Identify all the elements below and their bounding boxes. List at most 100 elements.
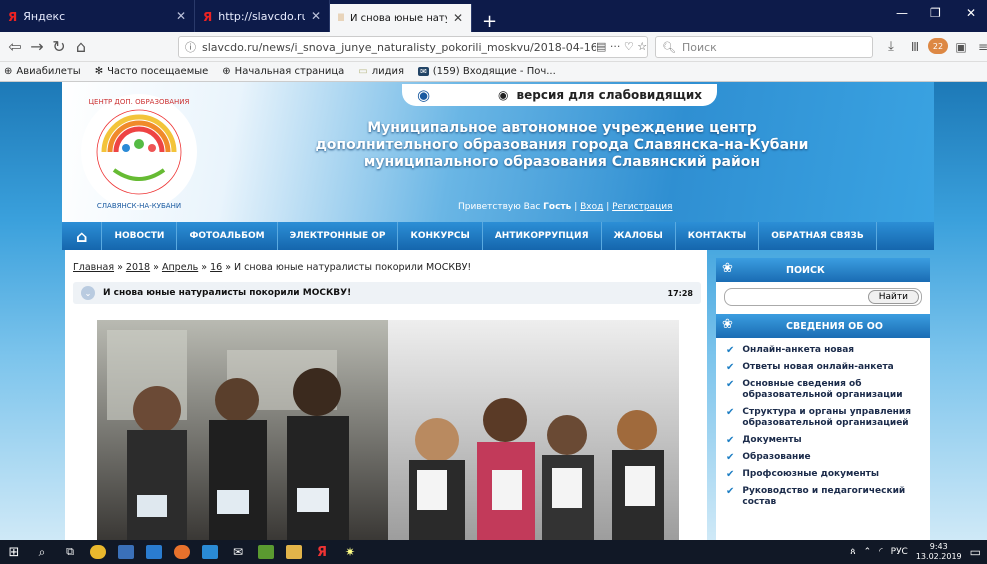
new-tab-button[interactable]: + — [472, 11, 507, 32]
system-tray: ጰ ⌃ ◜ РУС 9:43 13.02.2019 ▭ — [850, 540, 981, 564]
breadcrumb-year[interactable]: 2018 — [126, 262, 150, 273]
sidebar-item[interactable]: ✔ Основные сведения об образовательной ор… — [716, 376, 930, 404]
search-icon[interactable]: ⌕ — [28, 540, 56, 564]
post-time: 17:28 — [667, 288, 693, 298]
sidebar-item[interactable]: ✔ Структура и органы управления образоват… — [716, 404, 930, 432]
menu-item-contacts[interactable]: КОНТАКТЫ — [676, 222, 760, 250]
info-icon[interactable]: ⓘ — [185, 39, 196, 55]
home-icon[interactable]: ⌂ — [70, 37, 92, 56]
app-icon[interactable] — [112, 540, 140, 564]
bookmark-item[interactable]: ▭ лидия — [358, 66, 404, 77]
logo[interactable]: ЦЕНТР ДОП. ОБРАЗОВАНИЯ СЛАВЯНСК-НА-КУБАН… — [74, 90, 204, 215]
bookmark-label: Авиабилеты — [16, 66, 81, 77]
collapse-icon[interactable]: ⌄ — [81, 286, 95, 300]
tab-label: Яндекс — [23, 9, 66, 23]
globe-icon: ⊕ — [222, 66, 231, 77]
check-icon: ✔ — [726, 407, 735, 418]
reload-icon[interactable]: ↻ — [48, 37, 70, 56]
mail-icon: ✉ — [418, 67, 429, 76]
firefox-icon[interactable] — [168, 540, 196, 564]
sidebar-item[interactable]: ✔ Онлайн-анкета новая — [716, 342, 930, 359]
tab-active[interactable]: ꔖ И снова юные натуралисты п ✕ — [330, 4, 472, 32]
breadcrumb-home[interactable]: Главная — [73, 262, 114, 273]
back-icon[interactable]: ⇦ — [4, 37, 26, 56]
folder-icon[interactable] — [280, 540, 308, 564]
menu-item-photo[interactable]: ФОТОАЛЬБОМ — [177, 222, 278, 250]
menu-item-news[interactable]: НОВОСТИ — [102, 222, 178, 250]
eye-icon: ◉ — [498, 88, 509, 102]
store-icon[interactable] — [140, 540, 168, 564]
separator: » — [222, 262, 235, 273]
sidebar-item[interactable]: ✔ Документы — [716, 432, 930, 449]
info-panel-title: СВЕДЕНИЯ ОБ ОО — [786, 320, 883, 332]
reader-icon[interactable]: ▤ ··· ♡ ☆ — [596, 40, 648, 53]
main-menu: ⌂ НОВОСТИ ФОТОАЛЬБОМ ЭЛЕКТРОННЫЕ ОР КОНК… — [62, 222, 934, 250]
window-close-icon[interactable]: ✕ — [966, 6, 976, 20]
search-bar[interactable]: 🔍︎ Поиск — [655, 36, 873, 58]
menu-item-complaints[interactable]: ЖАЛОБЫ — [602, 222, 676, 250]
register-link[interactable]: Регистрация — [612, 202, 672, 212]
separator: » — [150, 262, 162, 273]
bookmark-item[interactable]: ✻ Часто посещаемые — [95, 66, 209, 77]
home-icon[interactable]: ⌂ — [62, 222, 103, 250]
forward-icon[interactable]: → — [26, 37, 48, 56]
yandex-icon[interactable]: Я — [308, 540, 336, 564]
close-icon[interactable]: ✕ — [176, 9, 186, 23]
check-icon: ✔ — [726, 435, 735, 446]
chrome-icon[interactable] — [84, 540, 112, 564]
find-button[interactable]: Найти — [867, 290, 919, 304]
close-icon[interactable]: ✕ — [311, 9, 321, 23]
tab-label: http://slavcdo.ru/news/i_snov — [218, 9, 305, 23]
menu-item-eor[interactable]: ЭЛЕКТРОННЫЕ ОР — [278, 222, 399, 250]
app-icon[interactable]: ✷ — [336, 540, 364, 564]
sidebar-item[interactable]: ✔ Руководство и педагогический состав — [716, 483, 930, 511]
download-icon[interactable]: ⤓ — [880, 39, 902, 54]
gear-icon: ✻ — [94, 66, 104, 77]
mail-icon[interactable]: ✉ — [224, 540, 252, 564]
breadcrumb-day[interactable]: 16 — [210, 262, 222, 273]
check-icon: ✔ — [726, 452, 735, 463]
bookmark-label: Часто посещаемые — [107, 66, 209, 77]
menu-item-feedback[interactable]: ОБРАТНАЯ СВЯЗЬ — [759, 222, 877, 250]
accessibility-link[interactable]: ◉ ◉ версия для слабовидящих — [402, 84, 717, 106]
tab-slavcdo[interactable]: Я http://slavcdo.ru/news/i_snov ✕ — [195, 0, 330, 32]
wifi-icon[interactable]: ◜ — [879, 547, 883, 557]
language-indicator[interactable]: РУС — [891, 547, 908, 557]
menu-item-contests[interactable]: КОНКУРСЫ — [398, 222, 483, 250]
app-icon[interactable] — [196, 540, 224, 564]
sidebar-item-label: Профсоюзные документы — [742, 469, 880, 479]
sidebar-icon[interactable]: ▣ — [950, 40, 972, 54]
check-icon: ✔ — [726, 469, 735, 480]
bookmark-item[interactable]: ✉ (159) Входящие - Поч... — [418, 66, 556, 77]
bookmark-item[interactable]: ⊕ Начальная страница — [222, 66, 344, 77]
sidebar-item-label: Ответы новая онлайн-анкета — [742, 362, 894, 372]
bookmarks-bar: ⊕ Авиабилеты ✻ Часто посещаемые ⊕ Начальная… — [0, 62, 987, 82]
library-icon[interactable]: Ⅲ — [904, 40, 926, 54]
url-bar[interactable]: ⓘ slavcdo.ru/news/i_snova_junye_naturali… — [178, 36, 648, 58]
people-icon[interactable]: ጰ — [850, 547, 855, 557]
clock[interactable]: 9:43 13.02.2019 — [916, 542, 962, 562]
task-view-icon[interactable]: ⧉ — [56, 540, 84, 564]
browser-tab-strip: Я Яндекс ✕ Я http://slavcdo.ru/news/i_sn… — [0, 0, 987, 32]
maximize-icon[interactable]: ❐ — [930, 6, 941, 20]
menu-item-anticorruption[interactable]: АНТИКОРРУПЦИЯ — [483, 222, 602, 250]
bookmark-item[interactable]: ⊕ Авиабилеты — [4, 66, 81, 77]
post-photo[interactable] — [97, 320, 679, 540]
close-icon[interactable]: ✕ — [453, 11, 463, 25]
menu-icon[interactable]: ≡ — [972, 40, 987, 54]
title-line: муниципального образования Славянский ра… — [363, 154, 761, 170]
sidebar-item[interactable]: ✔ Профсоюзные документы — [716, 466, 930, 483]
site-search-input[interactable]: Найти — [724, 288, 922, 306]
chevron-up-icon[interactable]: ⌃ — [864, 547, 872, 557]
sidebar-item[interactable]: ✔ Ответы новая онлайн-анкета — [716, 359, 930, 376]
tab-yandex[interactable]: Я Яндекс ✕ — [0, 0, 195, 32]
minimize-icon[interactable]: — — [896, 6, 908, 20]
bookmark-label: лидия — [371, 66, 405, 77]
windows-start-icon[interactable]: ⊞ — [0, 540, 28, 564]
notifications-icon[interactable]: ▭ — [970, 545, 981, 559]
extension-badge[interactable]: 22 — [928, 38, 948, 54]
app-icon[interactable] — [252, 540, 280, 564]
breadcrumb-month[interactable]: Апрель — [162, 262, 198, 273]
login-link[interactable]: Вход — [580, 202, 603, 212]
sidebar-item[interactable]: ✔ Образование — [716, 449, 930, 466]
